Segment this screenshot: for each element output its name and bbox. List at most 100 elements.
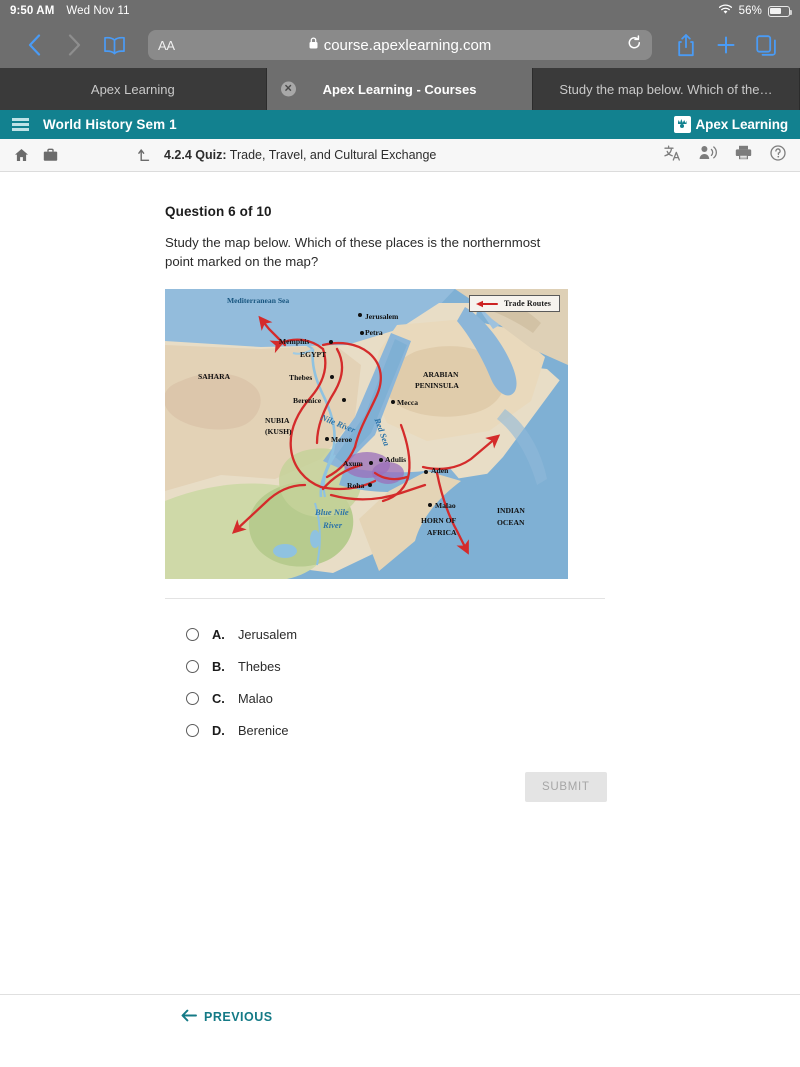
question-container: Question 6 of 10 Study the map below. Wh… — [0, 172, 640, 803]
answer-option-c[interactable]: C. Malao — [165, 683, 640, 714]
map-label-africa: AFRICA — [427, 528, 457, 538]
map-label-berenice: Berenice — [293, 396, 322, 406]
legend-arrow-icon — [475, 300, 498, 307]
new-tab-button[interactable] — [706, 25, 746, 65]
ios-status-bar: 9:50 AM Wed Nov 11 56% — [0, 0, 800, 22]
map-label-meroe: Meroe — [331, 435, 352, 445]
browser-tab-0[interactable]: Apex Learning — [0, 68, 267, 110]
apex-torch-icon — [673, 116, 691, 133]
course-header-bar: World History Sem 1 Apex Learning — [0, 110, 800, 139]
browser-tab-1[interactable]: ✕ Apex Learning - Courses — [266, 68, 534, 110]
lesson-tools — [664, 144, 786, 166]
previous-button[interactable]: PREVIOUS — [181, 1009, 273, 1025]
text-size-button[interactable]: AA — [158, 38, 175, 53]
answer-option-d[interactable]: D. Berenice — [165, 715, 640, 746]
tab-label: Study the map below. Which of these... — [559, 81, 785, 97]
map-label-blue-nile: Blue Nile — [315, 507, 349, 518]
brand-name: Apex Learning — [695, 117, 789, 132]
list-menu-icon[interactable] — [12, 118, 29, 131]
map-label-adulis: Adulis — [385, 455, 407, 465]
lock-icon — [309, 36, 318, 54]
tab-label: Apex Learning - Courses — [322, 81, 477, 97]
back-button[interactable] — [14, 25, 54, 65]
status-date: Wed Nov 11 — [66, 5, 130, 17]
option-letter: B. — [212, 659, 225, 675]
print-icon[interactable] — [735, 145, 752, 165]
tabs-overview-button[interactable] — [746, 25, 786, 65]
status-right-group: 56% — [718, 4, 793, 18]
option-text: Malao — [238, 691, 273, 707]
option-letter: A. — [212, 627, 225, 643]
read-aloud-icon[interactable] — [699, 145, 717, 165]
map-label-blue-nile-river: River — [323, 520, 343, 531]
submit-row: SUBMIT — [165, 772, 640, 803]
option-letter: D. — [212, 723, 225, 739]
close-icon[interactable]: ✕ — [280, 81, 296, 97]
browser-toolbar: AA course.apexlearning.com — [0, 22, 800, 68]
activity-type: Quiz: — [195, 148, 227, 162]
map-label-peninsula: PENINSULA — [415, 381, 459, 391]
map-label-roha: Roha — [347, 481, 365, 491]
status-time: 9:50 AM — [10, 5, 55, 17]
map-label-nubia: NUBIA — [265, 416, 290, 426]
lesson-content: Question 6 of 10 Study the map below. Wh… — [0, 172, 800, 1039]
answer-options: A. Jerusalem B. Thebes C. Malao D. Beren… — [165, 619, 640, 746]
reload-button[interactable] — [627, 34, 642, 56]
battery-icon — [768, 5, 793, 17]
lesson-footer: PREVIOUS — [0, 994, 800, 1039]
radio-button-d[interactable] — [186, 724, 199, 738]
submit-button[interactable]: SUBMIT — [525, 772, 607, 803]
map-label-mecca: Mecca — [397, 398, 419, 408]
map-label-petra: Petra — [365, 328, 383, 338]
map-label-egypt: EGYPT — [300, 350, 327, 360]
map-label-thebes: Thebes — [289, 373, 313, 383]
arrow-left-icon — [181, 1009, 197, 1025]
map-label-indian: INDIAN — [497, 506, 525, 516]
option-letter: C. — [212, 691, 225, 707]
radio-button-a[interactable] — [186, 628, 199, 642]
address-bar[interactable]: AA course.apexlearning.com — [148, 30, 652, 60]
radio-button-c[interactable] — [186, 692, 199, 706]
map-label-jerusalem: Jerusalem — [365, 312, 399, 322]
share-button[interactable] — [666, 25, 706, 65]
previous-label: PREVIOUS — [204, 1010, 273, 1024]
course-name: World History Sem 1 — [43, 117, 177, 132]
wifi-icon — [718, 4, 733, 18]
legend-label: Trade Routes — [503, 299, 551, 309]
translate-icon[interactable] — [664, 145, 681, 166]
up-level-icon[interactable] — [138, 148, 152, 162]
content-divider — [165, 598, 605, 600]
lesson-title-group: 4.2.4 Quiz: Trade, Travel, and Cultural … — [164, 148, 436, 162]
map-figure: Trade Routes Mediterranean Sea Jerusalem… — [165, 289, 568, 580]
map-legend: Trade Routes — [468, 295, 560, 313]
question-number: Question 6 of 10 — [165, 204, 272, 219]
map-label-kush: (KUSH) — [265, 427, 292, 437]
option-text: Thebes — [238, 659, 281, 675]
option-text: Jerusalem — [238, 627, 298, 643]
lesson-title: Trade, Travel, and Cultural Exchange — [229, 148, 437, 162]
bookmarks-button[interactable] — [94, 25, 134, 65]
help-icon[interactable] — [770, 144, 786, 166]
answer-option-a[interactable]: A. Jerusalem — [165, 619, 640, 650]
briefcase-icon[interactable] — [43, 148, 58, 162]
map-label-axum: Axum — [343, 459, 363, 469]
map-label-horn-of: HORN OF — [421, 516, 457, 526]
tab-label: Apex Learning — [90, 81, 175, 97]
map-label-sahara: SAHARA — [198, 372, 231, 382]
home-icon[interactable] — [14, 148, 29, 162]
url-text: course.apexlearning.com — [323, 36, 492, 54]
map-label-ocean: OCEAN — [497, 518, 525, 528]
map-label-malao: Malao — [435, 501, 456, 511]
radio-button-b[interactable] — [186, 660, 199, 674]
apex-learning-logo: Apex Learning — [673, 116, 789, 133]
lesson-number: 4.2.4 — [164, 148, 192, 162]
map-label-memphis: Memphis — [279, 337, 310, 347]
option-text: Berenice — [238, 723, 289, 739]
map-label-aden: Aden — [431, 466, 449, 476]
question-prompt: Study the map below. Which of these plac… — [165, 235, 541, 270]
browser-tab-2[interactable]: Study the map below. Which of these... — [533, 68, 800, 110]
lesson-toolbar: 4.2.4 Quiz: Trade, Travel, and Cultural … — [0, 139, 800, 172]
answer-option-b[interactable]: B. Thebes — [165, 651, 640, 682]
forward-button[interactable] — [54, 25, 94, 65]
tab-strip: Apex Learning ✕ Apex Learning - Courses … — [0, 68, 800, 110]
